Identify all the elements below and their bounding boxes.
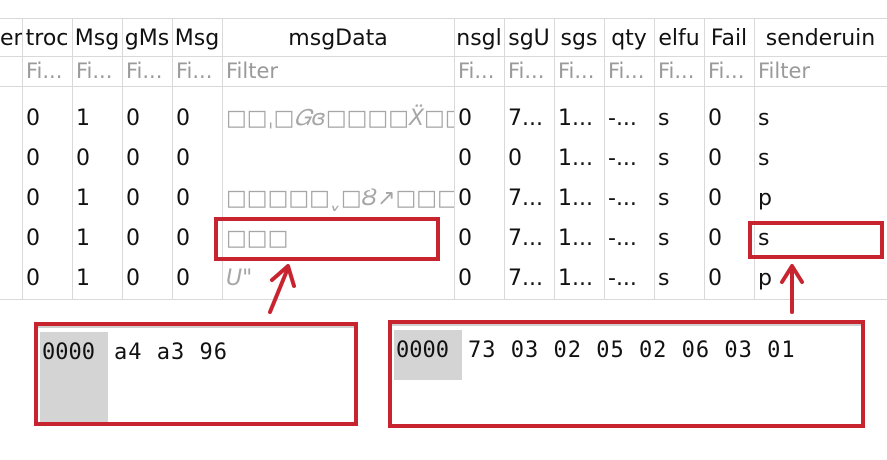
table-cell[interactable]: -... xyxy=(604,180,654,218)
table-cell[interactable]: □□□□□ˬ□Ȣ↗□□□□□... xyxy=(222,180,454,218)
column-filter-input[interactable]: Fi... xyxy=(504,56,554,86)
table-cell[interactable]: s xyxy=(754,140,887,178)
column-filter-input[interactable]: Fi... xyxy=(72,56,122,86)
column-header[interactable]: en xyxy=(0,22,22,56)
table-cell[interactable]: 0 xyxy=(122,140,172,178)
table-cell[interactable]: s xyxy=(654,260,704,298)
table-cell[interactable]: 0 xyxy=(172,100,222,138)
column-header[interactable]: troc xyxy=(22,22,72,56)
column-filter-input[interactable]: Fi... xyxy=(172,56,222,86)
column-header[interactable]: Msg xyxy=(172,22,222,56)
column-header[interactable]: msgData xyxy=(222,22,454,56)
table-cell[interactable]: 0 xyxy=(504,140,554,178)
table-cell[interactable]: 0 xyxy=(22,220,72,258)
table-cell[interactable]: 1... xyxy=(554,180,604,218)
column-filter-input[interactable]: Fi... xyxy=(454,56,504,86)
column-filter-input[interactable]: Fi... xyxy=(704,56,754,86)
column-header[interactable]: elfu xyxy=(654,22,704,56)
table-cell[interactable]: 7... xyxy=(504,220,554,258)
table-cell[interactable]: 0 xyxy=(454,260,504,298)
table-cell[interactable]: 0 xyxy=(704,260,754,298)
column-filter-input[interactable]: Fi... xyxy=(22,56,72,86)
table-cell[interactable] xyxy=(0,180,22,218)
table-cell[interactable]: -... xyxy=(604,220,654,258)
column-header[interactable]: Msg xyxy=(72,22,122,56)
table-cell[interactable] xyxy=(0,260,22,298)
table-cell[interactable]: 0 xyxy=(72,140,122,178)
hex-address: 0000 xyxy=(394,330,462,380)
highlight-box-senderuin xyxy=(748,221,884,259)
table-cell[interactable]: 0 xyxy=(172,140,222,178)
table-cell[interactable]: 0 xyxy=(172,180,222,218)
column-filter-input[interactable] xyxy=(0,56,22,86)
table-cell[interactable]: 0 xyxy=(454,220,504,258)
hex-address: 0000 xyxy=(40,332,108,422)
column-filter-input[interactable]: Filter xyxy=(754,56,887,86)
table-cell[interactable] xyxy=(0,140,22,178)
column-header[interactable]: senderuin xyxy=(754,22,887,56)
table-cell[interactable]: 1 xyxy=(72,220,122,258)
table-cell[interactable]: 0 xyxy=(704,100,754,138)
column-header[interactable]: Fail xyxy=(704,22,754,56)
table-cell[interactable]: 0 xyxy=(172,260,222,298)
column-filter-input[interactable]: Fi... xyxy=(654,56,704,86)
table-cell[interactable] xyxy=(0,220,22,258)
table-cell[interactable]: 7... xyxy=(504,260,554,298)
table-cell[interactable]: 0 xyxy=(22,140,72,178)
table-cell[interactable]: -... xyxy=(604,260,654,298)
column-header[interactable]: gMs xyxy=(122,22,172,56)
table-cell[interactable] xyxy=(222,140,454,178)
table-cell[interactable]: 1 xyxy=(72,100,122,138)
table-cell[interactable]: □□ˌ□𝐺ɞ□□□□Ẍ□□... xyxy=(222,100,454,138)
table-cell[interactable]: 0 xyxy=(122,180,172,218)
hex-bytes: 73 03 02 05 02 06 03 01 xyxy=(468,338,796,363)
table-cell[interactable]: -... xyxy=(604,100,654,138)
table-cell[interactable]: 1 xyxy=(72,180,122,218)
hex-viewer-right: 0000 73 03 02 05 02 06 03 01 xyxy=(388,320,865,428)
hex-viewer-right-body: 0000 73 03 02 05 02 06 03 01 xyxy=(392,324,861,424)
table-cell[interactable]: 1 xyxy=(72,260,122,298)
table-cell[interactable]: 0 xyxy=(22,100,72,138)
column-filter-input[interactable]: Fi... xyxy=(554,56,604,86)
table-cell[interactable]: p xyxy=(754,260,887,298)
table-cell[interactable]: 0 xyxy=(122,100,172,138)
table-cell[interactable]: 0 xyxy=(454,140,504,178)
table-cell[interactable]: 0 xyxy=(454,100,504,138)
table-cell[interactable]: 0 xyxy=(122,220,172,258)
table-cell[interactable] xyxy=(0,100,22,138)
column-header[interactable]: qty xyxy=(604,22,654,56)
table-cell[interactable]: 0 xyxy=(22,260,72,298)
hex-viewer-left-body: 0000 a4 a3 96 xyxy=(38,326,354,422)
column-header[interactable]: sgs xyxy=(554,22,604,56)
table-cell[interactable]: 0 xyxy=(22,180,72,218)
table-cell[interactable]: 1... xyxy=(554,140,604,178)
hex-viewer-left: 0000 a4 a3 96 xyxy=(34,322,358,426)
column-header[interactable]: sgU xyxy=(504,22,554,56)
table-cell[interactable]: U" xyxy=(222,260,454,298)
table-cell[interactable]: 7... xyxy=(504,100,554,138)
table-cell[interactable]: 0 xyxy=(454,180,504,218)
hex-bytes: a4 a3 96 xyxy=(114,340,228,365)
table-cell[interactable]: s xyxy=(654,180,704,218)
table-cell[interactable]: 0 xyxy=(704,220,754,258)
table-cell[interactable]: 1... xyxy=(554,100,604,138)
highlight-box-msgdata xyxy=(214,217,440,261)
table-cell[interactable]: 7... xyxy=(504,180,554,218)
table-cell[interactable]: 0 xyxy=(122,260,172,298)
table-cell[interactable]: 1... xyxy=(554,220,604,258)
table-cell[interactable]: s xyxy=(654,140,704,178)
column-header[interactable]: nsgl xyxy=(454,22,504,56)
table-cell[interactable]: 0 xyxy=(704,180,754,218)
table-cell[interactable]: 0 xyxy=(704,140,754,178)
table-cell[interactable]: 1... xyxy=(554,260,604,298)
table-cell[interactable]: p xyxy=(754,180,887,218)
column-filter-input[interactable]: Filter xyxy=(222,56,454,86)
column-filter-input[interactable]: Fi... xyxy=(604,56,654,86)
column-filter-input[interactable]: Fi... xyxy=(122,56,172,86)
table-cell[interactable]: -... xyxy=(604,140,654,178)
table-cell[interactable]: s xyxy=(654,220,704,258)
table-cell[interactable]: s xyxy=(754,100,887,138)
table-cell[interactable]: s xyxy=(654,100,704,138)
